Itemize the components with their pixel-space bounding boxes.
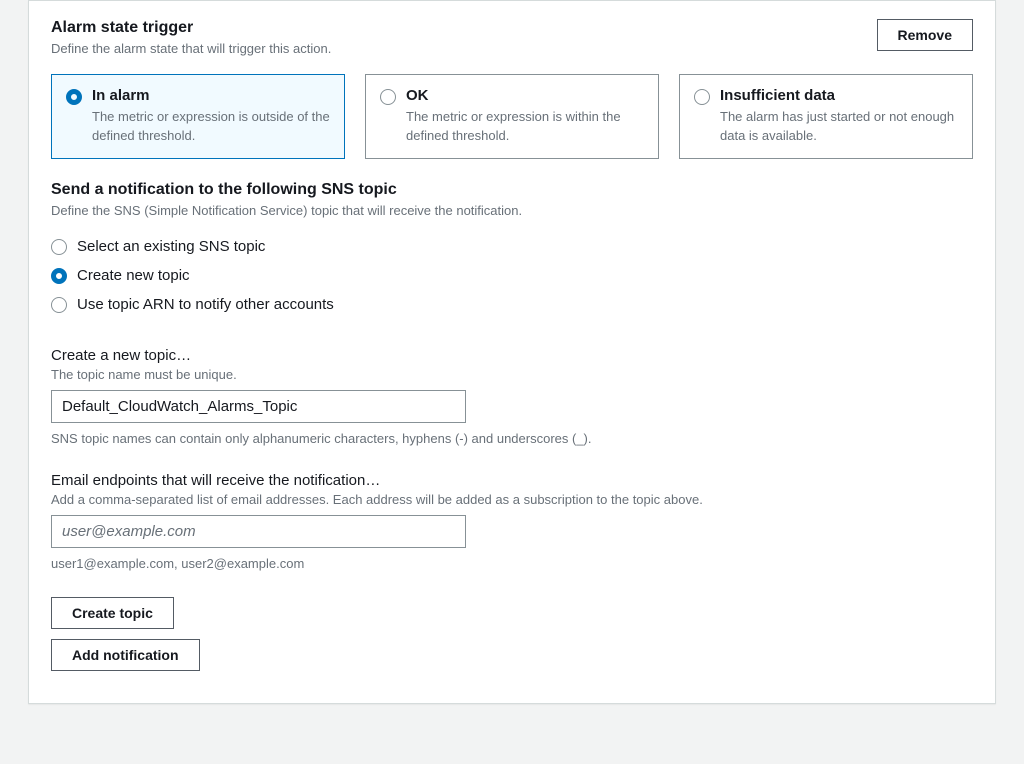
trigger-desc: The alarm has just started or not enough… [720, 108, 958, 146]
sns-option-existing[interactable]: Select an existing SNS topic [51, 232, 973, 261]
trigger-desc: The metric or expression is within the d… [406, 108, 644, 146]
email-endpoints-footnote: user1@example.com, user2@example.com [51, 556, 973, 571]
email-endpoints-input[interactable] [51, 515, 466, 548]
radio-icon [51, 268, 67, 284]
sns-option-arn[interactable]: Use topic ARN to notify other accounts [51, 290, 973, 319]
radio-icon [380, 89, 396, 105]
sns-section-description: Define the SNS (Simple Notification Serv… [51, 202, 973, 220]
sns-option-label: Create new topic [77, 267, 190, 284]
create-topic-hint: The topic name must be unique. [51, 367, 973, 382]
radio-icon [66, 89, 82, 105]
trigger-title: OK [406, 87, 644, 104]
sns-option-create-new[interactable]: Create new topic [51, 261, 973, 290]
add-notification-button[interactable]: Add notification [51, 639, 200, 671]
trigger-card-in-alarm[interactable]: In alarm The metric or expression is out… [51, 74, 345, 159]
email-endpoints-hint: Add a comma-separated list of email addr… [51, 492, 973, 507]
sns-section-title: Send a notification to the following SNS… [51, 181, 973, 199]
email-endpoints-label: Email endpoints that will receive the no… [51, 472, 973, 489]
alarm-trigger-title: Alarm state trigger [51, 19, 331, 37]
radio-icon [51, 297, 67, 313]
trigger-title: In alarm [92, 87, 330, 104]
radio-icon [694, 89, 710, 105]
create-topic-footnote: SNS topic names can contain only alphanu… [51, 431, 973, 446]
topic-name-input[interactable] [51, 390, 466, 423]
trigger-title: Insufficient data [720, 87, 958, 104]
trigger-card-insufficient-data[interactable]: Insufficient data The alarm has just sta… [679, 74, 973, 159]
sns-option-label: Select an existing SNS topic [77, 238, 265, 255]
trigger-desc: The metric or expression is outside of t… [92, 108, 330, 146]
create-topic-label: Create a new topic… [51, 347, 973, 364]
radio-icon [51, 239, 67, 255]
remove-button[interactable]: Remove [877, 19, 973, 51]
alarm-trigger-description: Define the alarm state that will trigger… [51, 40, 331, 58]
sns-option-label: Use topic ARN to notify other accounts [77, 296, 334, 313]
trigger-card-ok[interactable]: OK The metric or expression is within th… [365, 74, 659, 159]
alarm-action-panel: Alarm state trigger Define the alarm sta… [28, 0, 996, 704]
create-topic-button[interactable]: Create topic [51, 597, 174, 629]
